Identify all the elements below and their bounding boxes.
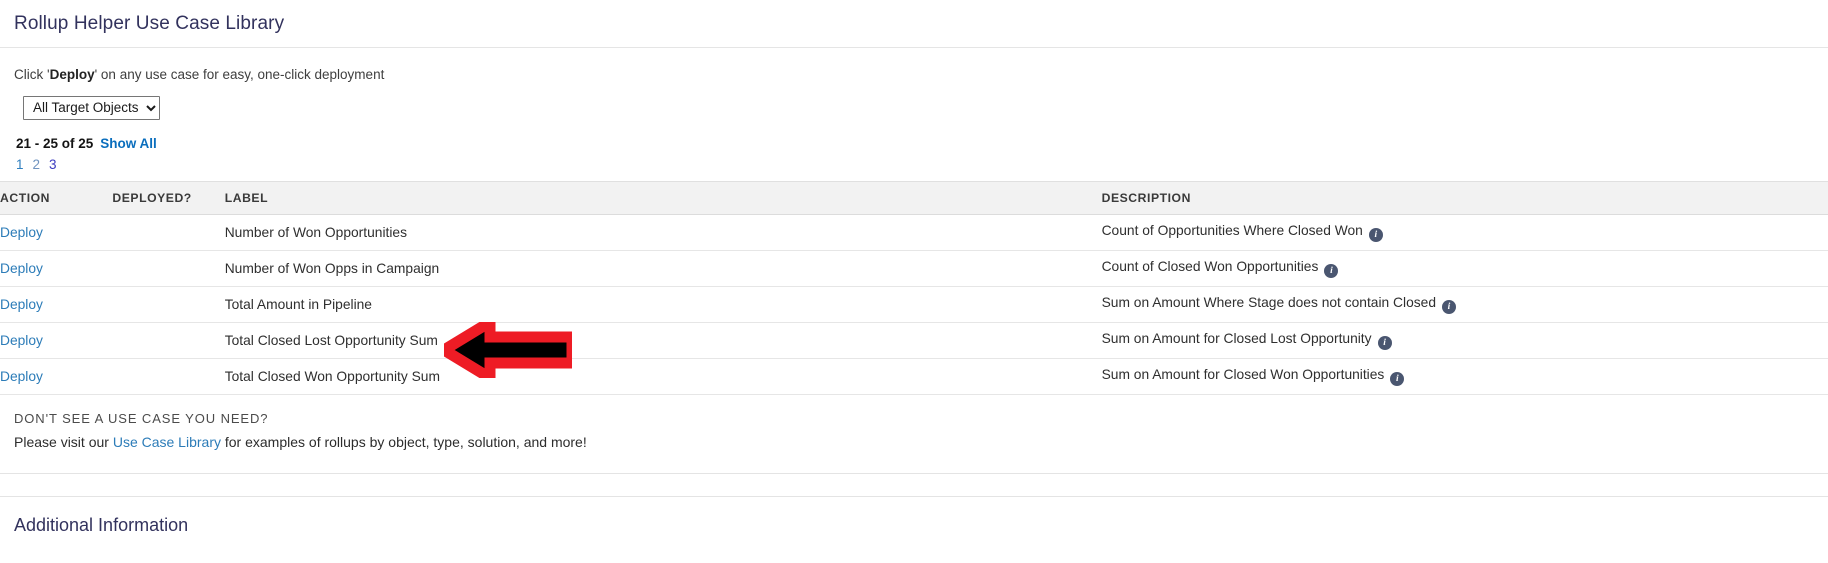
row-label-cell: Total Closed Lost Opportunity Sum: [224, 322, 1102, 359]
target-object-filter[interactable]: All Target Objects: [0, 84, 1828, 120]
page-title-text: Rollup Helper Use Case Library: [14, 13, 285, 34]
row-action-cell: Deploy: [0, 250, 113, 287]
use-case-library-link[interactable]: Use Case Library: [113, 434, 221, 450]
pagination-pages: 123: [0, 152, 1828, 173]
column-header-deployed: DEPLOYED?: [112, 181, 225, 215]
row-label-cell: Total Closed Won Opportunity Sum: [224, 358, 1102, 395]
column-header-description: DESCRIPTION: [1101, 181, 1828, 215]
pagination-summary: 21 - 25 of 25 Show All: [0, 120, 1828, 152]
row-action-cell: Deploy: [0, 358, 113, 395]
row-description-text: Sum on Amount for Closed Won Opportuniti…: [1101, 367, 1385, 382]
table-header-row: ACTION DEPLOYED? LABEL DESCRIPTION: [0, 181, 1828, 215]
section-divider-1: [0, 473, 1828, 474]
pagination-range: 21 - 25 of 25: [16, 136, 94, 151]
page-title: Rollup Helper Use Case Library: [0, 0, 1828, 48]
row-description-text: Sum on Amount for Closed Lost Opportunit…: [1101, 331, 1372, 346]
info-icon[interactable]: i: [1442, 300, 1456, 314]
column-header-label: LABEL: [224, 181, 1102, 215]
info-icon[interactable]: i: [1368, 228, 1383, 242]
row-description-cell: Count of Opportunities Where Closed Won i: [1101, 214, 1828, 251]
table-body: Deploy Number of Won Opportunities Count…: [0, 214, 1828, 395]
info-icon[interactable]: i: [1390, 372, 1405, 386]
row-deployed-cell: [112, 214, 225, 251]
no-use-case-body: Please visit our Use Case Library for ex…: [14, 429, 1828, 453]
deploy-link[interactable]: Deploy: [0, 225, 43, 240]
pagination-page-3[interactable]: 3: [49, 157, 57, 172]
additional-information-heading: Additional Information: [14, 515, 189, 535]
row-deployed-cell: [112, 286, 225, 323]
info-icon[interactable]: i: [1377, 336, 1392, 350]
column-header-action: ACTION: [0, 181, 113, 215]
deploy-link[interactable]: Deploy: [0, 333, 43, 348]
table-row: Deploy Number of Won Opps in Campaign Co…: [0, 250, 1828, 287]
row-description-cell: Sum on Amount Where Stage does not conta…: [1101, 286, 1828, 323]
row-description-cell: Sum on Amount for Closed Lost Opportunit…: [1101, 322, 1828, 359]
row-description-text: Count of Closed Won Opportunities: [1101, 259, 1319, 274]
row-label-cell: Total Amount in Pipeline: [224, 286, 1102, 323]
pagination-page-2[interactable]: 2: [33, 157, 41, 172]
row-label-cell: Number of Won Opportunities: [224, 214, 1102, 251]
row-description-text: Sum on Amount Where Stage does not conta…: [1101, 295, 1436, 310]
row-deployed-cell: [112, 322, 225, 359]
deploy-link[interactable]: Deploy: [0, 369, 43, 384]
info-icon[interactable]: i: [1324, 264, 1339, 278]
no-use-case-note: DON'T SEE A USE CASE YOU NEED? Please vi…: [0, 395, 1828, 453]
pagination-page-1[interactable]: 1: [16, 157, 24, 172]
intro-prefix: Click ': [14, 67, 50, 82]
note-prefix: Please visit our: [14, 434, 113, 450]
show-all-link[interactable]: Show All: [100, 136, 157, 151]
row-action-cell: Deploy: [0, 214, 113, 251]
target-object-select[interactable]: All Target Objects: [23, 96, 160, 120]
note-suffix: for examples of rollups by object, type,…: [220, 434, 587, 450]
table-row: Deploy Total Closed Lost Opportunity Sum…: [0, 322, 1828, 359]
table-row: Deploy Total Closed Won Opportunity Sum …: [0, 358, 1828, 395]
row-deployed-cell: [112, 358, 225, 395]
table-row: Deploy Total Amount in Pipeline Sum on A…: [0, 286, 1828, 323]
row-description-cell: Count of Closed Won Opportunities i: [1101, 250, 1828, 287]
row-label-cell: Number of Won Opps in Campaign: [224, 250, 1102, 287]
row-description-text: Count of Opportunities Where Closed Won: [1101, 223, 1363, 238]
intro-suffix: ' on any use case for easy, one-click de…: [94, 67, 385, 82]
row-description-cell: Sum on Amount for Closed Won Opportuniti…: [1101, 358, 1828, 395]
table-row: Deploy Number of Won Opportunities Count…: [0, 214, 1828, 251]
intro-bold-deploy: Deploy: [49, 67, 95, 82]
deploy-link[interactable]: Deploy: [0, 261, 43, 276]
row-action-cell: Deploy: [0, 286, 113, 323]
deploy-link[interactable]: Deploy: [0, 297, 43, 312]
row-action-cell: Deploy: [0, 322, 113, 359]
no-use-case-heading: DON'T SEE A USE CASE YOU NEED?: [14, 411, 269, 426]
intro-text: Click 'Deploy' on any use case for easy,…: [0, 48, 1828, 84]
row-deployed-cell: [112, 250, 225, 287]
table-header: ACTION DEPLOYED? LABEL DESCRIPTION: [0, 181, 1828, 215]
use-case-table: ACTION DEPLOYED? LABEL DESCRIPTION Deplo…: [0, 181, 1828, 395]
